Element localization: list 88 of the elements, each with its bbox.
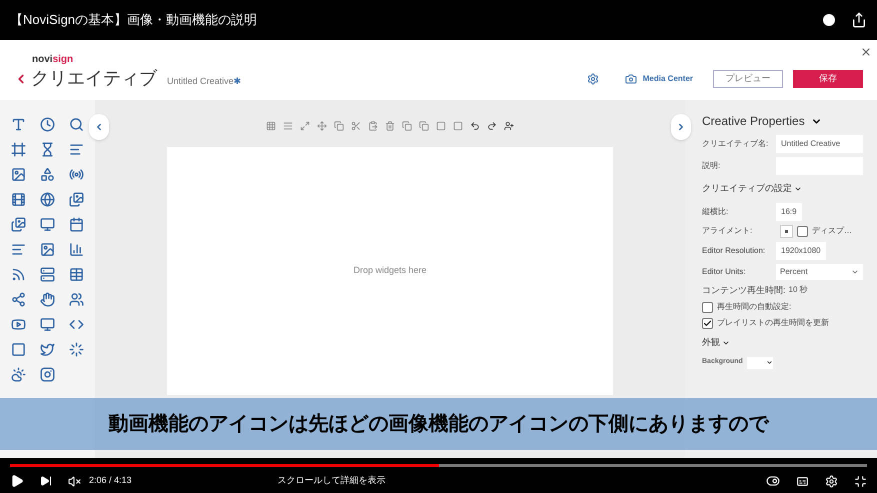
exit-fullscreen-icon[interactable]	[854, 474, 867, 488]
hand-icon[interactable]	[40, 292, 55, 307]
panel-title: Creative Properties	[702, 113, 805, 130]
monitor-icon[interactable]	[40, 317, 55, 332]
input-field[interactable]: 1920x1080	[776, 242, 826, 260]
expand-button[interactable]	[671, 114, 691, 140]
image-icon[interactable]	[11, 167, 26, 182]
redo-icon[interactable]	[487, 121, 497, 131]
field-label: Editor Units:	[702, 266, 747, 278]
checkbox[interactable]	[702, 318, 713, 328]
field-label: コンテンツ再生時間:	[702, 284, 786, 296]
list-icon[interactable]	[69, 142, 84, 157]
progress-track[interactable]	[10, 464, 867, 467]
autoplay-icon[interactable]	[766, 474, 780, 488]
delete-icon[interactable]	[385, 121, 395, 131]
duration-value: 10 秒	[788, 284, 808, 296]
scroll-hint[interactable]: スクロールして詳細を表示	[278, 474, 386, 488]
field-label: Editor Resolution:	[702, 244, 766, 256]
checkbox[interactable]	[797, 226, 808, 236]
grid-icon[interactable]	[266, 121, 276, 131]
preview-button[interactable]: プレビュー	[713, 70, 783, 88]
people-icon[interactable]	[69, 292, 84, 307]
alignment-icon[interactable]	[780, 224, 793, 238]
undo-icon[interactable]	[470, 121, 480, 131]
fit-icon[interactable]	[300, 121, 310, 131]
text-list-icon[interactable]	[11, 242, 26, 257]
play-icon[interactable]	[10, 474, 24, 488]
drop-hint: Drop widgets here	[353, 264, 427, 278]
option-label: ディスプ…	[812, 225, 852, 237]
paste-icon[interactable]	[368, 121, 378, 131]
page-title: クリエイティブ	[31, 67, 157, 90]
time-display: 2:06 / 4:13	[89, 474, 132, 488]
align-icon[interactable]	[283, 121, 293, 131]
brand-logo: novisign	[32, 55, 74, 65]
field-label: クリエイティブ名:	[702, 138, 770, 150]
image-icon[interactable]	[69, 192, 84, 207]
field-label: 説明:	[702, 160, 722, 172]
calendar-icon[interactable]	[69, 217, 84, 232]
section-title[interactable]: 外観	[702, 336, 720, 350]
dropdown[interactable]: Percent	[776, 264, 863, 280]
field-label: 縦横比:	[702, 206, 730, 218]
frame-icon[interactable]	[11, 142, 26, 157]
bird-icon[interactable]	[40, 342, 55, 357]
table-icon[interactable]	[69, 267, 84, 282]
broadcast-icon[interactable]	[69, 167, 84, 182]
spinner-icon[interactable]	[69, 342, 84, 357]
rss-icon[interactable]	[11, 267, 26, 282]
close-icon[interactable]	[860, 46, 872, 58]
input-field[interactable]: 16:9	[776, 202, 802, 220]
text-icon[interactable]	[11, 117, 26, 132]
add-user-icon[interactable]	[504, 121, 514, 131]
mute-icon[interactable]	[68, 474, 81, 488]
cut-icon[interactable]	[351, 121, 361, 131]
code-icon[interactable]	[69, 317, 84, 332]
image-icon[interactable]	[40, 242, 55, 257]
square-icon[interactable]	[11, 342, 26, 357]
globe-icon[interactable]	[40, 192, 55, 207]
video-title: 【NoviSignの基本】画像・動画機能の説明	[10, 11, 258, 30]
checkbox-label: 再生時間の自動設定:	[717, 301, 792, 313]
next-icon[interactable]	[40, 475, 52, 487]
field-label: アライメント:	[702, 225, 754, 237]
hourglass-icon[interactable]	[40, 142, 55, 157]
input-field[interactable]: Untitled Creative	[776, 135, 863, 153]
creative-name: Untitled Creative✱	[167, 74, 242, 88]
collapse-button[interactable]	[89, 114, 109, 140]
save-button[interactable]: 保存	[793, 70, 863, 88]
weather-icon[interactable]	[11, 367, 26, 382]
caret-icon	[766, 359, 773, 366]
film-icon[interactable]	[11, 192, 26, 207]
section-title[interactable]: クリエイティブの設定	[702, 182, 792, 196]
media-center-button[interactable]: Media Center	[624, 73, 693, 85]
camera-icon[interactable]	[40, 367, 55, 382]
subtitle: 動画機能のアイコンは先ほどの画像機能のアイコンの下側にありますので	[108, 412, 768, 437]
search-icon[interactable]	[69, 117, 84, 132]
camera-icon	[624, 73, 637, 85]
chevron-right-icon	[676, 122, 686, 132]
checkbox[interactable]	[702, 302, 713, 312]
copy-icon[interactable]	[334, 121, 344, 131]
checkbox-label: プレイリストの再生時間を更新	[717, 317, 829, 329]
chevron-left-icon	[94, 122, 104, 132]
bar-chart-icon[interactable]	[69, 242, 84, 257]
video-icon[interactable]	[11, 317, 26, 332]
shapes-icon[interactable]	[40, 167, 55, 182]
screen-icon[interactable]	[40, 217, 55, 232]
subtitles-icon[interactable]	[796, 474, 809, 488]
share-icon[interactable]	[851, 12, 867, 28]
photos-icon[interactable]	[11, 217, 26, 232]
move-icon[interactable]	[317, 121, 327, 131]
